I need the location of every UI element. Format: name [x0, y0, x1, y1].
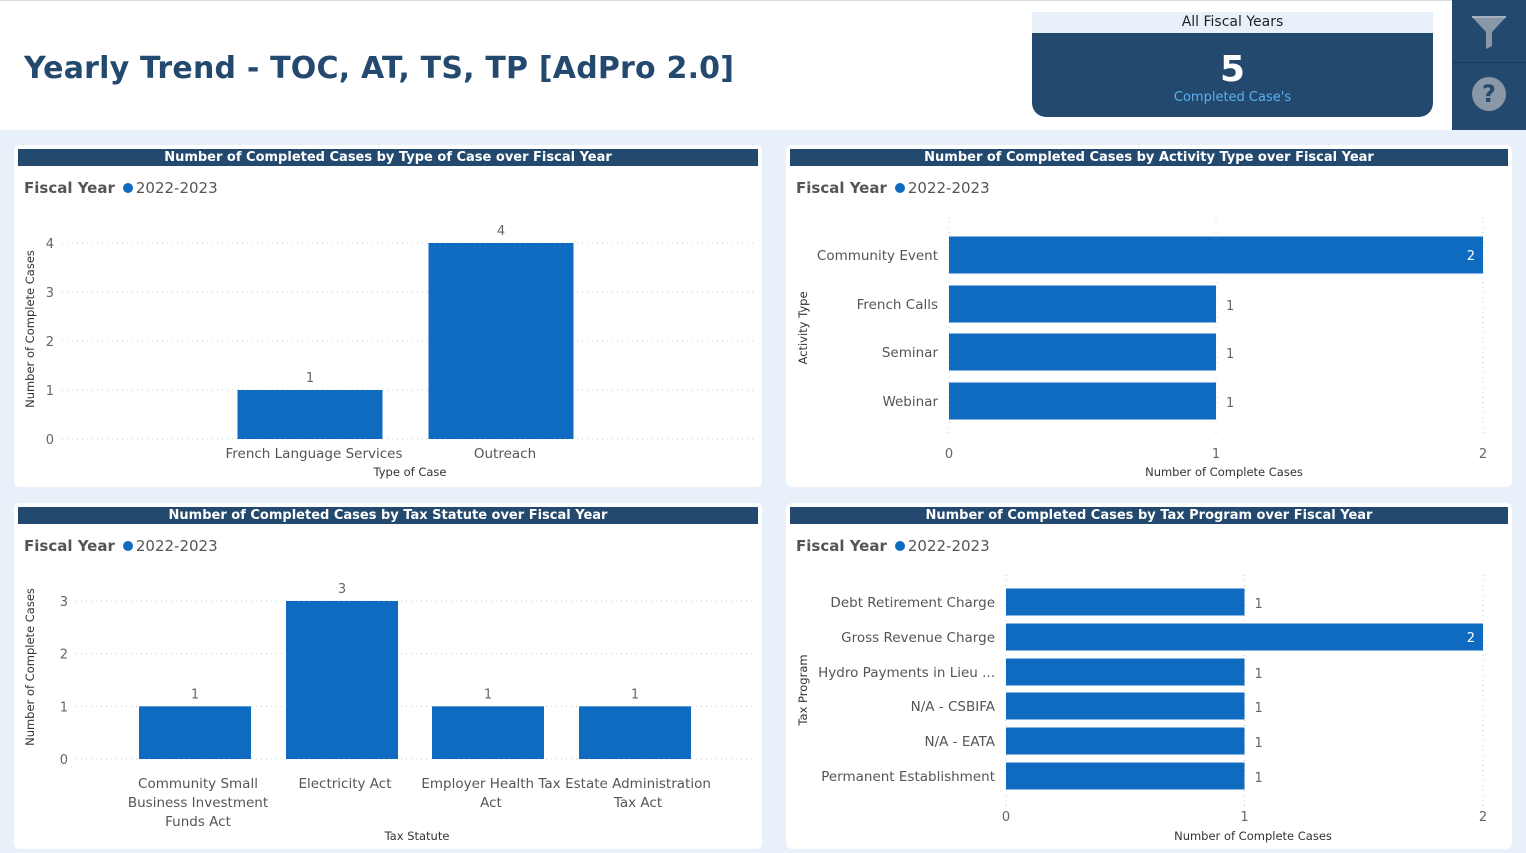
bar	[949, 236, 1483, 274]
y-axis-title: Tax Program	[796, 654, 810, 726]
y-tick-label: 1	[46, 384, 54, 399]
x-axis-title: Number of Complete Cases	[1145, 465, 1303, 479]
side-toolbar: ?	[1452, 0, 1526, 130]
help-button[interactable]: ?	[1452, 63, 1526, 125]
chart-panel-tax-program: Number of Completed Cases by Tax Program…	[786, 503, 1512, 849]
data-label: 1	[1255, 667, 1263, 682]
chart-tax-program: 0 1 2 1 Debt Retirement Charge 2 Gross Revenue…	[796, 575, 1487, 843]
y-tick-label: 2	[60, 648, 68, 663]
data-label: 1	[1226, 396, 1234, 411]
x-axis-title: Type of Case	[373, 465, 447, 479]
y-category-label: Hydro Payments in Lieu ...	[818, 665, 995, 681]
data-label: 1	[191, 687, 199, 702]
chart-activity-type: 0 1 2 2 Community Event 1 French Calls 1 Seminar…	[796, 217, 1487, 479]
filter-icon	[1472, 16, 1506, 49]
data-label: 1	[1226, 299, 1234, 314]
y-category-label: Permanent Establishment	[821, 769, 995, 785]
x-category-label: Business Investment	[128, 795, 268, 811]
y-category-label: French Calls	[857, 297, 938, 313]
filter-button[interactable]	[1452, 0, 1526, 63]
data-label: 1	[1226, 347, 1234, 362]
kpi-value: 5	[1219, 49, 1246, 90]
chart-tax-statute: 0 1 2 3 1 Community Small Business Investment F…	[23, 582, 754, 843]
page-title: Yearly Trend - TOC, AT, TS, TP [AdPro 2.…	[24, 51, 735, 86]
x-tick-label: 0	[945, 447, 953, 462]
y-category-label: N/A - CSBIFA	[911, 699, 996, 715]
y-category-label: Community Event	[817, 248, 938, 264]
bar	[428, 243, 574, 439]
y-axis-title: Activity Type	[796, 291, 810, 364]
kpi-header: All Fiscal Years	[1032, 12, 1433, 33]
data-label: 1	[1255, 701, 1263, 716]
help-icon: ?	[1472, 77, 1506, 111]
kpi-label: Completed Case's	[1173, 90, 1292, 105]
x-category-label: Estate Administration	[565, 776, 711, 792]
bar	[949, 333, 1216, 371]
data-label: 2	[1467, 249, 1475, 264]
bar	[1006, 727, 1245, 755]
chart-panel-tax-statute: Number of Completed Cases by Tax Statute…	[14, 503, 762, 849]
y-tick-label: 3	[60, 595, 68, 610]
bar	[286, 601, 398, 759]
y-tick-label: 0	[46, 433, 54, 448]
x-category-label: Act	[480, 795, 502, 811]
x-category-label: Outreach	[474, 446, 536, 462]
y-tick-label: 1	[60, 700, 68, 715]
y-category-label: Seminar	[882, 345, 939, 361]
data-label: 1	[1255, 771, 1263, 786]
bar	[432, 706, 544, 759]
y-tick-label: 0	[60, 753, 68, 768]
x-axis-title: Number of Complete Cases	[1174, 829, 1332, 843]
chart-type-of-case: 0 1 2 3 4 1 French Language Services 4 Outreach T…	[23, 224, 754, 479]
bar	[949, 285, 1216, 323]
y-tick-label: 4	[46, 237, 54, 252]
data-label: 2	[1467, 631, 1475, 646]
bar	[1006, 588, 1245, 616]
chart-panel-type-of-case: Number of Completed Cases by Type of Cas…	[14, 145, 762, 487]
x-category-label: Employer Health Tax	[421, 776, 560, 792]
x-tick-label: 2	[1479, 810, 1487, 825]
y-category-label: Webinar	[882, 394, 938, 410]
data-label: 4	[497, 224, 505, 239]
x-tick-label: 1	[1212, 447, 1220, 462]
y-category-label: Gross Revenue Charge	[841, 630, 995, 646]
x-category-label: Funds Act	[165, 814, 231, 830]
x-category-label: Community Small	[138, 776, 258, 792]
data-label: 3	[338, 582, 346, 597]
x-tick-label: 2	[1479, 447, 1487, 462]
data-label: 1	[631, 687, 639, 702]
bar	[1006, 623, 1483, 651]
bar	[139, 706, 251, 759]
bar	[949, 382, 1216, 420]
chart-panel-activity-type: Number of Completed Cases by Activity Ty…	[786, 145, 1512, 487]
y-tick-label: 2	[46, 335, 54, 350]
data-label: 1	[1255, 736, 1263, 751]
data-label: 1	[484, 687, 492, 702]
bar	[1006, 658, 1245, 686]
x-tick-label: 0	[1002, 810, 1010, 825]
y-category-label: Debt Retirement Charge	[830, 595, 995, 611]
x-tick-label: 1	[1240, 810, 1248, 825]
bar	[1006, 692, 1245, 720]
y-category-label: N/A - EATA	[925, 734, 996, 750]
x-category-label: French Language Services	[225, 446, 402, 462]
y-axis-title: Number of Complete Cases	[23, 588, 37, 746]
bar	[237, 390, 383, 439]
x-axis-title: Tax Statute	[384, 829, 450, 843]
bar	[579, 706, 691, 759]
kpi-card: All Fiscal Years 5 Completed Case's	[1032, 12, 1433, 117]
bar	[1006, 762, 1245, 790]
x-category-label: Electricity Act	[298, 776, 391, 792]
svg-text:?: ?	[1482, 80, 1496, 108]
data-label: 1	[1255, 597, 1263, 612]
x-category-label: Tax Act	[613, 795, 662, 811]
y-tick-label: 3	[46, 286, 54, 301]
data-label: 1	[306, 371, 314, 386]
y-axis-title: Number of Complete Cases	[23, 250, 37, 408]
